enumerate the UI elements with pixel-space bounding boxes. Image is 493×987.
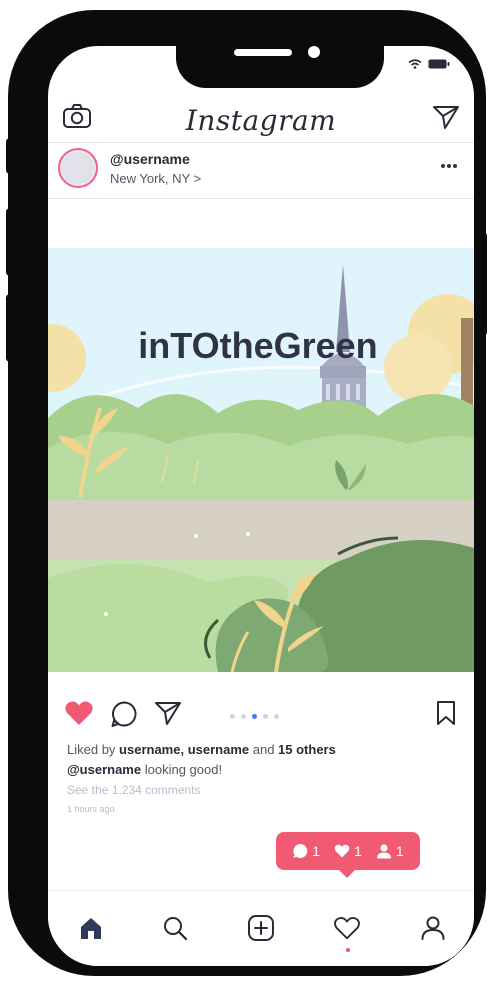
carousel-dot: [263, 714, 268, 719]
likes-others[interactable]: 15 others: [278, 742, 336, 757]
carousel-dot: [230, 714, 235, 719]
view-comments-link[interactable]: See the 1,234 comments: [67, 783, 467, 797]
notification-likes-count: 1: [354, 843, 362, 859]
post-header: @username New York, NY >: [48, 142, 474, 198]
speech-bubble-icon[interactable]: [110, 700, 138, 733]
caption-text: looking good!: [141, 762, 223, 777]
side-button-volume-down: [6, 294, 18, 362]
wifi-icon: [408, 56, 422, 74]
heart-filled-small-icon: [334, 844, 350, 858]
share-paper-plane-icon[interactable]: [154, 700, 182, 731]
bottom-nav: [48, 890, 474, 966]
side-button-power: [475, 232, 487, 336]
avatar[interactable]: [58, 148, 98, 188]
carousel-indicator: [230, 714, 279, 719]
search-icon[interactable]: [160, 913, 190, 943]
notification-comments: 1: [292, 843, 320, 859]
notification-followers: 1: [376, 843, 404, 859]
battery-icon: [428, 56, 450, 74]
notification-likes: 1: [334, 843, 362, 859]
likes-middle: and: [249, 742, 279, 757]
carousel-dot-active: [252, 714, 257, 719]
post-username[interactable]: @username: [110, 151, 190, 167]
paper-plane-icon[interactable]: [432, 104, 460, 135]
ellipsis-icon[interactable]: [440, 156, 458, 174]
post-illustration: inTOtheGreen: [48, 248, 474, 672]
likes-names[interactable]: username, username: [119, 742, 249, 757]
likes-prefix: Liked by: [67, 742, 120, 757]
phone-screen: Instagram @username New York, NY > inTOt…: [48, 46, 474, 966]
bookmark-icon[interactable]: [436, 700, 456, 731]
person-filled-icon: [376, 844, 391, 859]
status-bar: [408, 56, 450, 74]
carousel-dot: [274, 714, 279, 719]
front-camera: [308, 46, 320, 58]
likes-line: Liked by username, username and 15 other…: [67, 742, 467, 757]
person-icon[interactable]: [418, 913, 448, 943]
notification-followers-count: 1: [395, 843, 404, 859]
post-timestamp: 1 hours ago: [67, 804, 115, 814]
home-icon[interactable]: [76, 913, 106, 943]
carousel-dot: [241, 714, 246, 719]
post-header-divider: [48, 198, 474, 199]
side-button-silent: [6, 138, 18, 174]
post-image[interactable]: inTOtheGreen: [48, 248, 474, 672]
activity-notification-bubble[interactable]: 1 1 1: [276, 832, 420, 878]
side-button-volume-up: [6, 208, 18, 276]
app-brand: Instagram: [185, 104, 337, 137]
comment-filled-icon: [293, 843, 308, 858]
phone-frame: Instagram @username New York, NY > inTOt…: [6, 10, 487, 976]
heart-filled-icon[interactable]: [64, 700, 94, 731]
notification-comments-count: 1: [312, 843, 321, 859]
speaker-grille: [234, 49, 292, 56]
activity-indicator-dot: [346, 948, 350, 952]
post-location[interactable]: New York, NY >: [110, 171, 201, 186]
caption-line: @username looking good!: [67, 762, 467, 777]
post-image-title: inTOtheGreen: [138, 325, 377, 366]
notch: [176, 36, 384, 88]
caption-username[interactable]: @username: [67, 762, 141, 777]
post-actions: [48, 696, 474, 736]
add-square-icon[interactable]: [246, 913, 276, 943]
app-header: Instagram: [48, 96, 474, 142]
heart-outline-icon[interactable]: [332, 913, 362, 943]
